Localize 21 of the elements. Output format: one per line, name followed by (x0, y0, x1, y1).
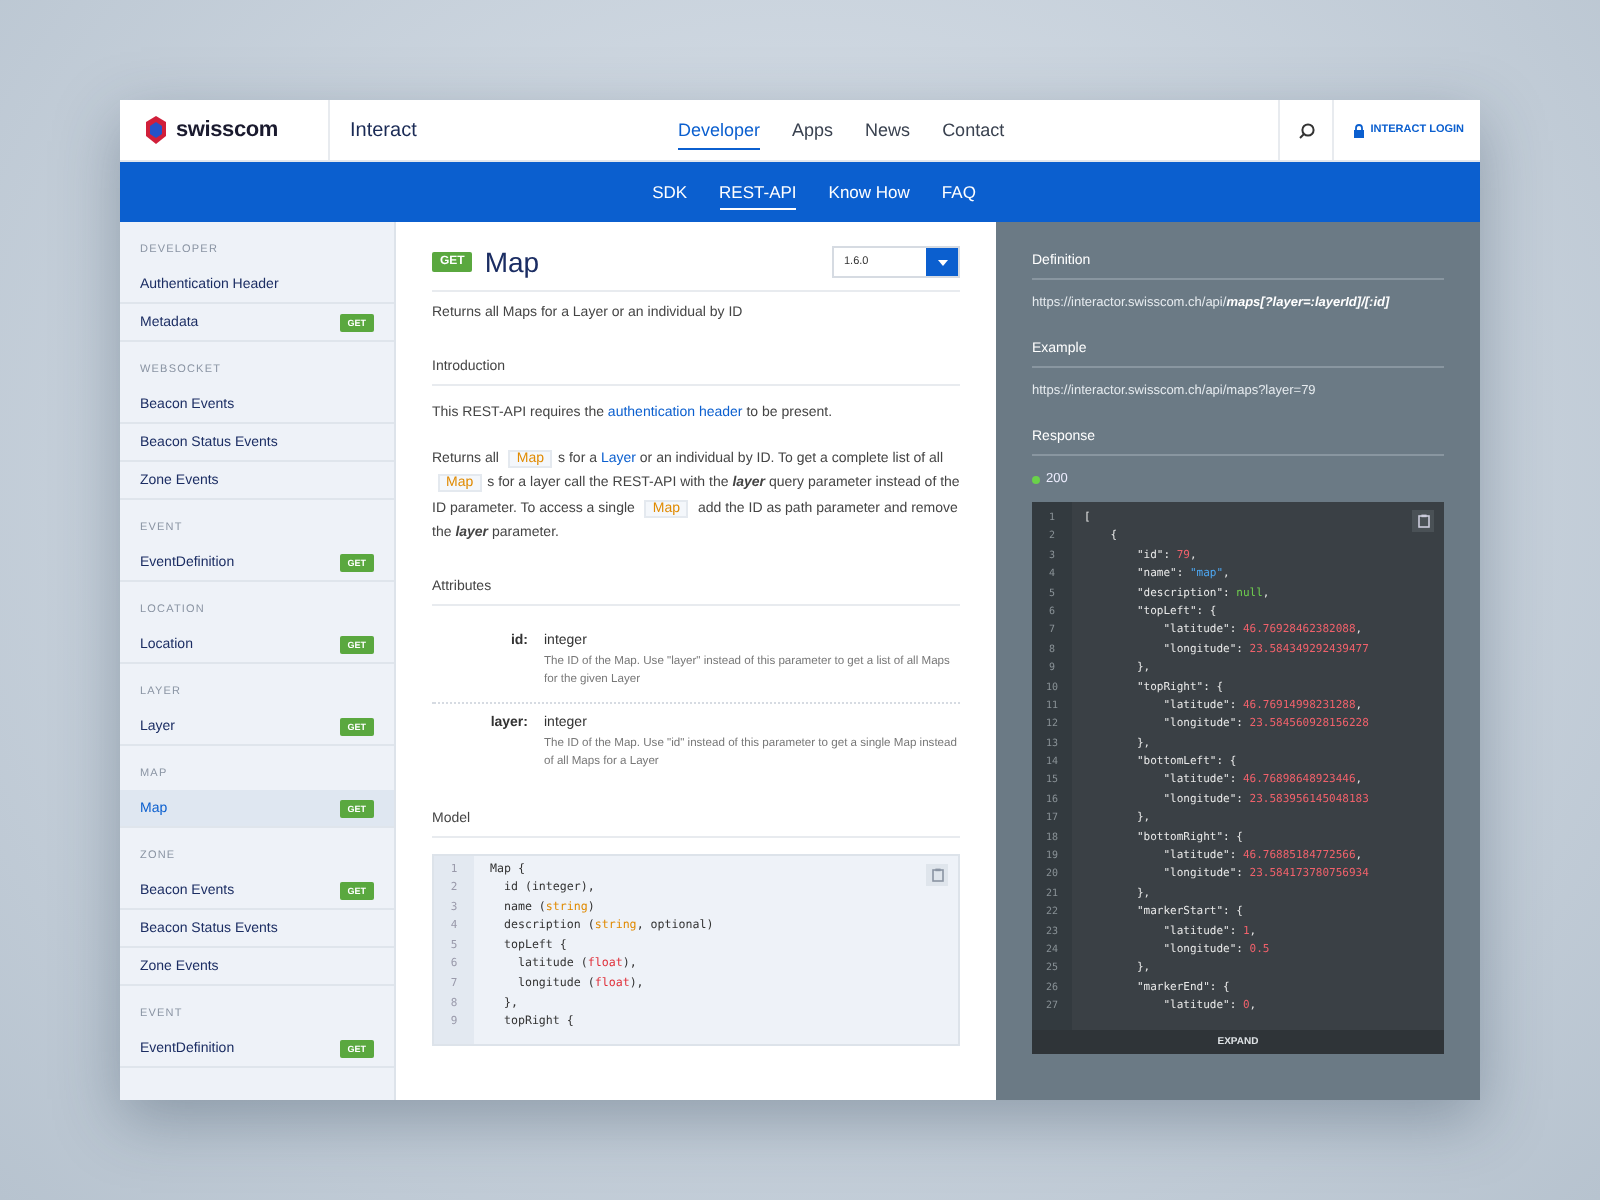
subnav-link[interactable]: FAQ (941, 175, 976, 209)
subnav-link[interactable]: Know How (828, 175, 910, 209)
logo-icon (144, 116, 168, 144)
status-dot (1032, 475, 1040, 483)
copy-button[interactable] (926, 863, 948, 885)
nav-link[interactable]: News (865, 111, 911, 149)
nav-link[interactable]: Developer (678, 111, 761, 149)
clipboard-icon (931, 867, 943, 881)
subnav-link[interactable]: REST-API (719, 175, 797, 209)
nav-link[interactable]: Contact (942, 111, 1005, 149)
clipboard-icon (1417, 514, 1429, 528)
caret-icon (937, 259, 947, 265)
brand-name: swisscom (176, 118, 278, 142)
lock-icon (1354, 123, 1365, 137)
page-title: Map (484, 246, 540, 278)
nav-link[interactable]: Apps (792, 111, 834, 149)
copy-button[interactable] (1412, 510, 1434, 532)
product-name: Interact (348, 119, 419, 141)
search-icon (1297, 121, 1316, 139)
search-button[interactable] (1278, 100, 1335, 160)
subnav-link[interactable]: SDK (652, 175, 688, 209)
